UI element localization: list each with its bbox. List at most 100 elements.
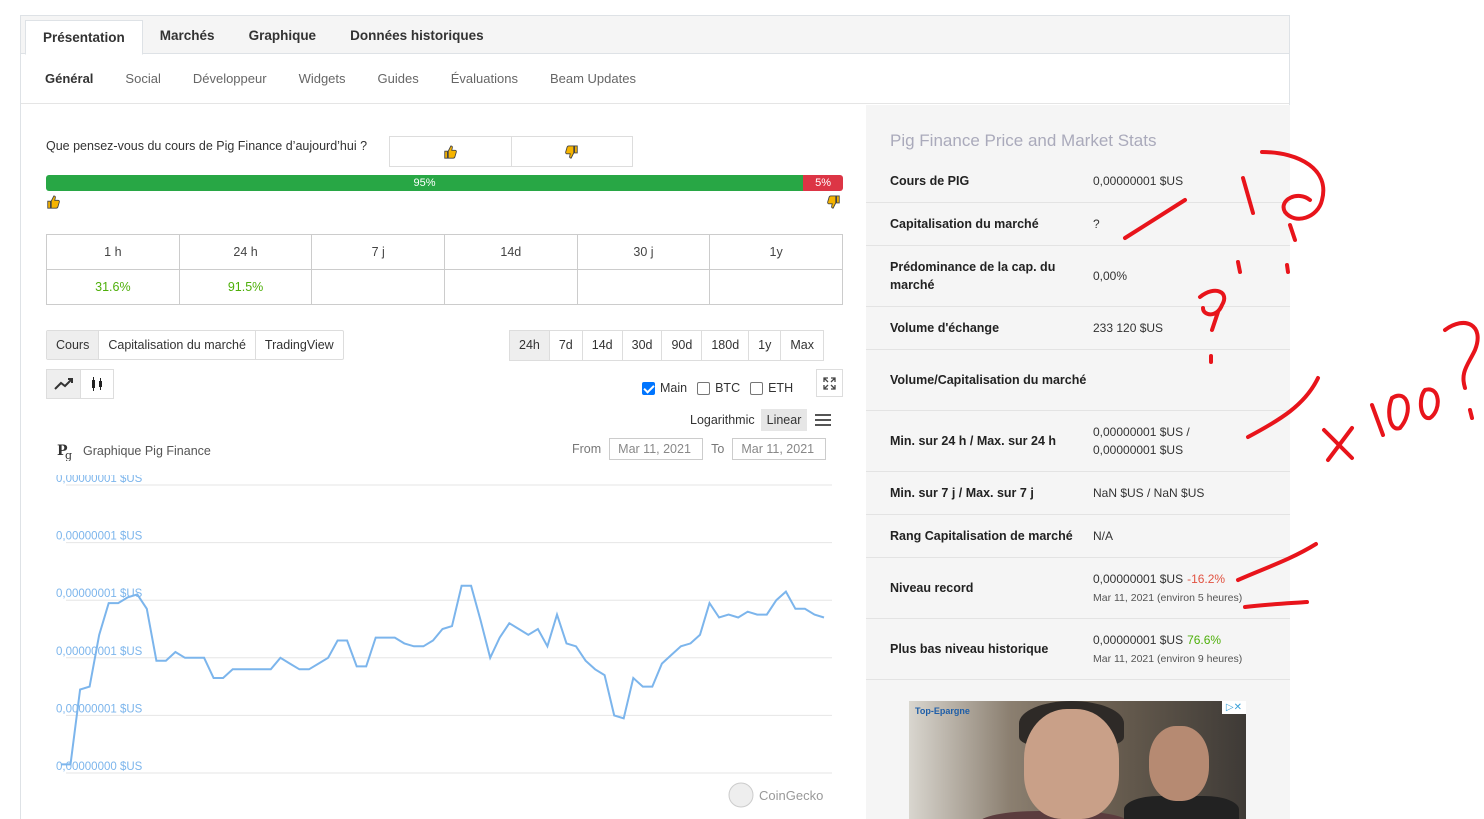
candlestick-button[interactable]	[80, 370, 113, 398]
ad-label: Top-Epargne	[915, 706, 970, 716]
change-value	[311, 269, 446, 305]
from-date-input[interactable]: Mar 11, 2021	[609, 438, 704, 460]
stats-value: ?	[1093, 215, 1266, 233]
stats-subtext: Mar 11, 2021 (environ 9 heures)	[1093, 652, 1243, 665]
coin-page: Présentation Marchés Graphique Données h…	[20, 15, 1290, 819]
stats-label: Plus bas niveau historique	[890, 642, 1049, 656]
change-value: 91.5%	[178, 269, 313, 305]
chart-style-buttons	[46, 369, 114, 399]
stats-change: 76.6%	[1187, 632, 1222, 647]
advertisement[interactable]: Top-Epargne ▷✕	[909, 701, 1246, 819]
sentiment-up-segment: 95%	[46, 175, 804, 191]
compare-label: Main	[660, 381, 688, 395]
stats-value-text: 0,00000001 $US	[1093, 632, 1184, 647]
compare-btc[interactable]: BTC	[697, 381, 740, 395]
line-chart-button[interactable]	[47, 370, 80, 398]
annotation-stroke	[1322, 426, 1354, 462]
thumbs-down-icon	[564, 144, 578, 159]
candlestick-icon	[92, 377, 102, 391]
change-header: 14d	[444, 234, 578, 270]
stats-row: Cours de PIG 0,00000001 $US	[866, 160, 1290, 203]
checkbox[interactable]	[642, 381, 655, 395]
range-180d[interactable]: 180d	[702, 331, 750, 360]
tab-tradingview[interactable]: TradingView	[256, 331, 343, 359]
tab-marches[interactable]: Marchés	[143, 16, 232, 53]
range-90d[interactable]: 90d	[662, 331, 703, 360]
stats-row: Rang Capitalisation de marché N/A	[866, 515, 1290, 558]
y-tick-label: 0,00000001 $US	[56, 703, 143, 715]
overview-panel: Que pensez-vous du cours de Pig Finance …	[21, 105, 866, 819]
checkbox[interactable]	[697, 381, 711, 395]
stats-value-text: 0,00000001 $US /	[1093, 425, 1190, 439]
stats-label: Rang Capitalisation de marché	[890, 529, 1073, 543]
subtab-widgets[interactable]: Widgets	[299, 71, 346, 86]
subtab-beam-updates[interactable]: Beam Updates	[550, 71, 636, 86]
stats-value: 0,00000001 $US -16.2% Mar 11, 2021 (enviro…	[1093, 570, 1266, 607]
to-date-input[interactable]: Mar 11, 2021	[732, 438, 827, 460]
subtab-social[interactable]: Social	[125, 71, 160, 86]
range-24h[interactable]: 24h	[510, 331, 550, 360]
vote-box	[389, 136, 633, 167]
stats-value: 0,00000001 $US 76.6% Mar 11, 2021 (environ…	[1093, 631, 1266, 668]
subtab-evaluations[interactable]: Évaluations	[451, 71, 518, 86]
top-tab-bar: Présentation Marchés Graphique Données h…	[21, 16, 1289, 55]
stats-value: 233 120 $US	[1093, 319, 1266, 337]
compare-main[interactable]: Main	[642, 381, 687, 395]
tab-donnees-historiques[interactable]: Données historiques	[333, 16, 501, 53]
vote-down-button[interactable]	[510, 137, 633, 166]
table-row: 31.6% 91.5%	[46, 269, 843, 305]
tab-cours[interactable]: Cours	[47, 331, 100, 359]
change-header: 1 h	[46, 234, 180, 270]
range-max[interactable]: Max	[781, 331, 823, 360]
scale-logarithmic[interactable]: Logarithmic	[684, 409, 761, 431]
stats-value-text: 0,00000001 $US	[1093, 443, 1184, 457]
stats-row: Capitalisation du marché?	[866, 203, 1290, 246]
range-tabs: 24h 7d 14d 30d 90d 180d 1y Max	[509, 330, 824, 361]
range-7d[interactable]: 7d	[550, 331, 583, 360]
stats-value: NaN $US / NaN $US	[1093, 484, 1266, 502]
tab-graphique[interactable]: Graphique	[232, 16, 334, 53]
ad-image	[1149, 726, 1209, 801]
table-row: 1 h 24 h 7 j 14d 30 j 1y	[46, 234, 843, 270]
vote-up-button[interactable]	[390, 137, 511, 166]
stats-label: Capitalisation du marché	[890, 217, 1039, 231]
coingecko-watermark: CoinGecko	[728, 782, 823, 808]
range-14d[interactable]: 14d	[583, 331, 623, 360]
stats-value-text: 0,00000001 $US	[1093, 174, 1184, 188]
sentiment-question: Que pensez-vous du cours de Pig Finance …	[46, 139, 368, 153]
chart-header: Pg Graphique Pig Finance	[57, 441, 211, 461]
thumbs-down-icon	[827, 195, 840, 209]
range-30d[interactable]: 30d	[623, 331, 663, 360]
thumbs-up-icon	[444, 144, 458, 159]
pig-logo-icon: Pg	[57, 443, 72, 461]
stats-value-text: 0,00000001 $US	[1093, 571, 1184, 586]
compare-eth[interactable]: ETH	[750, 381, 793, 395]
stats-row: Prédominance de la cap. du marché 0,00%	[866, 246, 1290, 307]
checkbox[interactable]	[750, 381, 764, 395]
scale-toggle: Logarithmic Linear	[684, 409, 832, 431]
svg-text:g: g	[65, 449, 72, 461]
subtab-general[interactable]: Général	[45, 71, 93, 86]
ad-close-icon[interactable]: ▷✕	[1221, 701, 1246, 714]
y-tick-label: 0,00000001 $US	[56, 646, 143, 658]
stats-value-text: 233 120 $US	[1093, 321, 1164, 335]
scale-linear[interactable]: Linear	[760, 409, 808, 431]
compare-checks: Main BTC ETH	[642, 381, 803, 395]
fullscreen-button[interactable]	[816, 369, 843, 397]
range-1y[interactable]: 1y	[749, 331, 782, 360]
stats-row: Volume d'échange 233 120 $US	[866, 307, 1290, 350]
stats-row: Niveau record 0,00000001 $US -16.2% Mar 11,…	[866, 558, 1290, 619]
change-header: 24 h	[178, 234, 313, 270]
tab-presentation[interactable]: Présentation	[25, 20, 143, 55]
stats-title: Pig Finance Price and Market Stats	[890, 131, 1157, 150]
subtab-guides[interactable]: Guides	[378, 71, 419, 86]
stats-value-text: 0,00%	[1093, 269, 1128, 283]
annotation-stroke	[1370, 387, 1440, 437]
tab-capitalisation[interactable]: Capitalisation du marché	[99, 331, 256, 359]
thumbs-up-icon	[47, 195, 60, 209]
stats-row: Volume/Capitalisation du marché	[866, 350, 1290, 411]
price-chart: 0,00000001 $US 0,00000001 $US 0,00000001 $…	[56, 475, 832, 808]
change-header: 1y	[709, 234, 843, 270]
subtab-developpeur[interactable]: Développeur	[193, 71, 267, 86]
hamburger-menu-icon[interactable]	[815, 411, 832, 429]
